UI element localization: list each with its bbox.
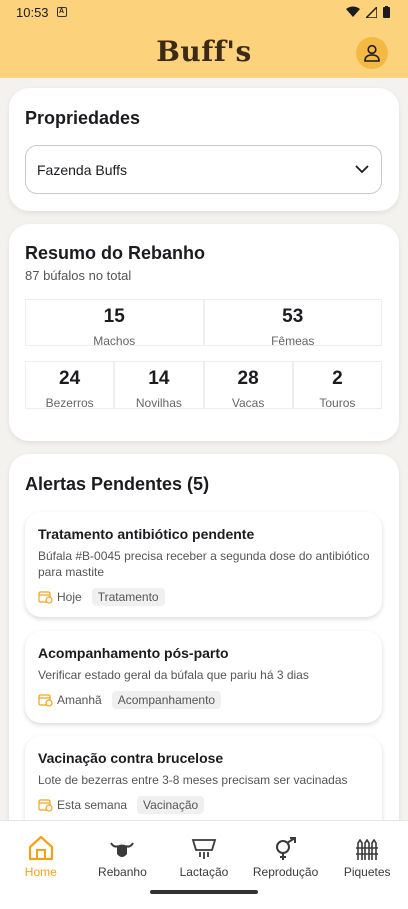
main-content[interactable]: Propriedades Fazenda Buffs Resumo do Reb… xyxy=(0,78,408,820)
stat-label: Machos xyxy=(93,334,136,348)
alerts-title: Alertas Pendentes (5) xyxy=(25,474,210,494)
calendar-clock-icon xyxy=(38,591,53,604)
buffalo-icon xyxy=(110,842,135,857)
stat-machos: 15 Machos xyxy=(25,299,204,348)
fence-icon xyxy=(356,839,379,860)
alert-title: Vacinação contra brucelose xyxy=(38,750,224,766)
nav-label: Rebanho xyxy=(98,865,147,879)
stat-touros: 2 Touros xyxy=(292,361,382,410)
alert-description: Lote de bezerras entre 3-8 meses precisa… xyxy=(38,773,348,787)
milking-icon xyxy=(191,839,217,859)
herd-summary-title: Resumo do Rebanho xyxy=(25,243,206,263)
nav-rebanho[interactable]: Rebanho xyxy=(82,821,164,885)
category-stats-row: 24 Bezerros 14 Novilhas 28 Vacas 2 Touro… xyxy=(25,361,382,410)
nav-reproducao[interactable]: Reprodução xyxy=(245,821,327,885)
user-icon xyxy=(364,44,380,62)
farm-select-value: Fazenda Buffs xyxy=(37,161,128,178)
home-icon xyxy=(28,835,53,861)
sex-stats-row: 15 Machos 53 Fêmeas xyxy=(25,299,382,348)
alerts-card: Alertas Pendentes (5) Tratamento antibió… xyxy=(9,454,399,820)
alert-meta: Esta semana Vacinação xyxy=(38,796,370,814)
calendar-clock-icon xyxy=(38,694,53,707)
alert-description: Búfala #B-0045 precisa receber a segunda… xyxy=(38,549,370,579)
battery-icon xyxy=(383,6,390,18)
properties-card: Propriedades Fazenda Buffs xyxy=(9,88,399,211)
nav-label: Reprodução xyxy=(252,865,319,879)
herd-summary-card: Resumo do Rebanho 87 búfalos no total 15… xyxy=(9,224,399,441)
gesture-bar[interactable] xyxy=(150,890,258,894)
alert-when: Amanhã xyxy=(38,693,102,707)
nav-label: Lactação xyxy=(179,865,229,879)
status-time: 10:53 xyxy=(16,4,49,20)
stat-value: 15 xyxy=(103,306,125,327)
app-logo: Buff's xyxy=(156,35,251,68)
stat-label: Touros xyxy=(319,396,356,410)
stat-novilhas: 14 Novilhas xyxy=(114,361,204,410)
alert-when-text: Amanhã xyxy=(57,693,102,707)
stat-label: Vacas xyxy=(231,396,265,410)
bottom-navigation: Home Rebanho Lactação Reprodução Piquete… xyxy=(0,820,408,909)
calendar-clock-icon xyxy=(38,799,53,812)
herd-total: 87 búfalos no total xyxy=(25,268,132,283)
stat-vacas: 28 Vacas xyxy=(203,361,293,410)
stat-bezerros: 24 Bezerros xyxy=(25,361,115,410)
sim-icon: A xyxy=(56,7,67,17)
stat-value: 53 xyxy=(282,306,304,327)
profile-button[interactable] xyxy=(356,37,388,69)
gender-icon xyxy=(275,837,296,860)
logo-text: Buff's xyxy=(156,34,252,68)
alert-item[interactable]: Tratamento antibiótico pendente Búfala #… xyxy=(25,512,382,617)
nav-label: Piquetes xyxy=(343,865,391,879)
nav-label: Home xyxy=(24,865,57,879)
stat-value: 2 xyxy=(332,368,343,389)
alert-when: Esta semana xyxy=(38,798,127,812)
stat-label: Fêmeas xyxy=(271,334,315,348)
stat-label: Bezerros xyxy=(45,396,94,410)
stat-femeas: 53 Fêmeas xyxy=(203,299,382,348)
status-bar: 10:53 A xyxy=(0,0,408,24)
nav-piquetes[interactable]: Piquetes xyxy=(326,821,408,885)
alert-title: Acompanhamento pós-parto xyxy=(38,645,229,661)
alert-when-text: Esta semana xyxy=(57,798,128,812)
properties-title: Propriedades xyxy=(25,108,141,128)
stat-value: 28 xyxy=(237,368,259,389)
chevron-down-icon xyxy=(355,165,369,174)
stat-value: 24 xyxy=(59,368,81,389)
app-header: Buff's xyxy=(0,24,408,78)
alert-when: Hoje xyxy=(38,590,82,604)
alert-title: Tratamento antibiótico pendente xyxy=(38,526,255,542)
nav-lactacao[interactable]: Lactação xyxy=(163,821,245,885)
alert-tag: Tratamento xyxy=(91,588,165,606)
alert-meta: Amanhã Acompanhamento xyxy=(38,691,370,709)
nav-home[interactable]: Home xyxy=(0,821,82,885)
alert-tag: Vacinação xyxy=(137,796,205,814)
alert-when-text: Hoje xyxy=(57,590,82,604)
alert-tag: Acompanhamento xyxy=(111,691,222,709)
alert-item[interactable]: Vacinação contra brucelose Lote de bezer… xyxy=(25,736,382,820)
stat-label: Novilhas xyxy=(135,396,182,410)
alert-description: Verificar estado geral da búfala que par… xyxy=(38,668,309,682)
alert-item[interactable]: Acompanhamento pós-parto Verificar estad… xyxy=(25,631,382,723)
stat-value: 14 xyxy=(148,368,170,389)
farm-select[interactable]: Fazenda Buffs xyxy=(25,145,382,194)
alert-meta: Hoje Tratamento xyxy=(38,588,370,606)
signal-icon xyxy=(366,6,377,18)
wifi-icon xyxy=(346,6,360,17)
